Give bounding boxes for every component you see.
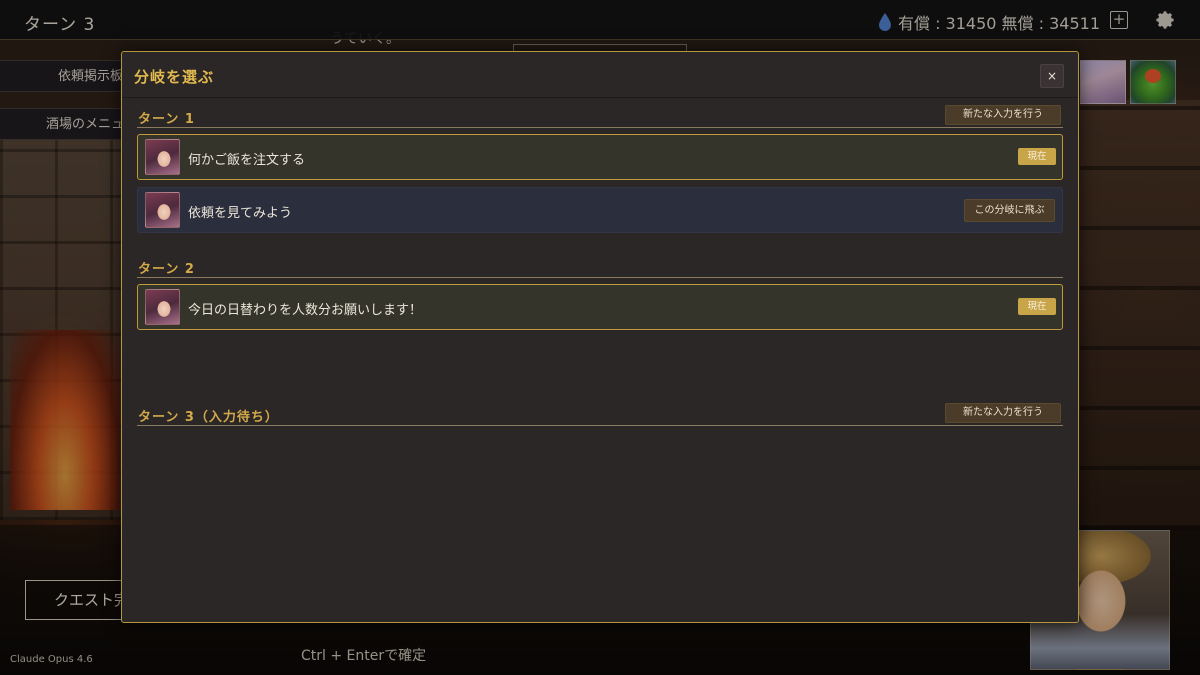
turn-label: ターン 1	[138, 112, 195, 127]
turn-label: ターン 2	[138, 262, 195, 277]
avatar	[145, 289, 180, 325]
current-badge: 現在	[1018, 298, 1056, 315]
turn-section-2: ターン 2	[137, 254, 1063, 278]
branch-text: 依頼を見てみよう	[188, 206, 293, 221]
new-input-button[interactable]: 新たな入力を行う	[945, 403, 1061, 423]
turn-header: ターン 3（入力待ち） 新たな入力を行う	[137, 402, 1063, 426]
branch-text: 何かご飯を注文する	[188, 153, 306, 168]
avatar	[145, 192, 180, 228]
current-badge: 現在	[1018, 148, 1056, 165]
new-input-button[interactable]: 新たな入力を行う	[945, 105, 1061, 125]
branch-item[interactable]: 依頼を見てみよう この分岐に飛ぶ	[137, 187, 1063, 233]
turn-section-3: ターン 3（入力待ち） 新たな入力を行う	[137, 402, 1063, 426]
branch-item-current[interactable]: 今日の日替わりを人数分お願いします！ 現在	[137, 284, 1063, 330]
dialog-header: 分岐を選ぶ ×	[122, 52, 1078, 98]
branch-select-dialog: 分岐を選ぶ × ターン 1 新たな入力を行う 何かご飯を注文する 現在 依頼を見…	[121, 51, 1079, 623]
branch-item-current[interactable]: 何かご飯を注文する 現在	[137, 134, 1063, 180]
game-screen: うていく。 依頼掲示板 酒場のメニュ クエスト完 Ctrl + Enterで確定…	[0, 0, 1200, 675]
dialog-title: 分岐を選ぶ	[134, 68, 215, 86]
turn-header: ターン 2	[137, 254, 1063, 278]
avatar	[145, 139, 180, 175]
close-button[interactable]: ×	[1040, 64, 1064, 88]
close-icon: ×	[1046, 69, 1058, 83]
jump-to-branch-button[interactable]: この分岐に飛ぶ	[964, 199, 1055, 222]
branch-text: 今日の日替わりを人数分お願いします！	[188, 303, 423, 318]
turn-section-1: ターン 1 新たな入力を行う	[137, 104, 1063, 128]
turn-label: ターン 3（入力待ち）	[138, 410, 279, 425]
turn-header: ターン 1 新たな入力を行う	[137, 104, 1063, 128]
